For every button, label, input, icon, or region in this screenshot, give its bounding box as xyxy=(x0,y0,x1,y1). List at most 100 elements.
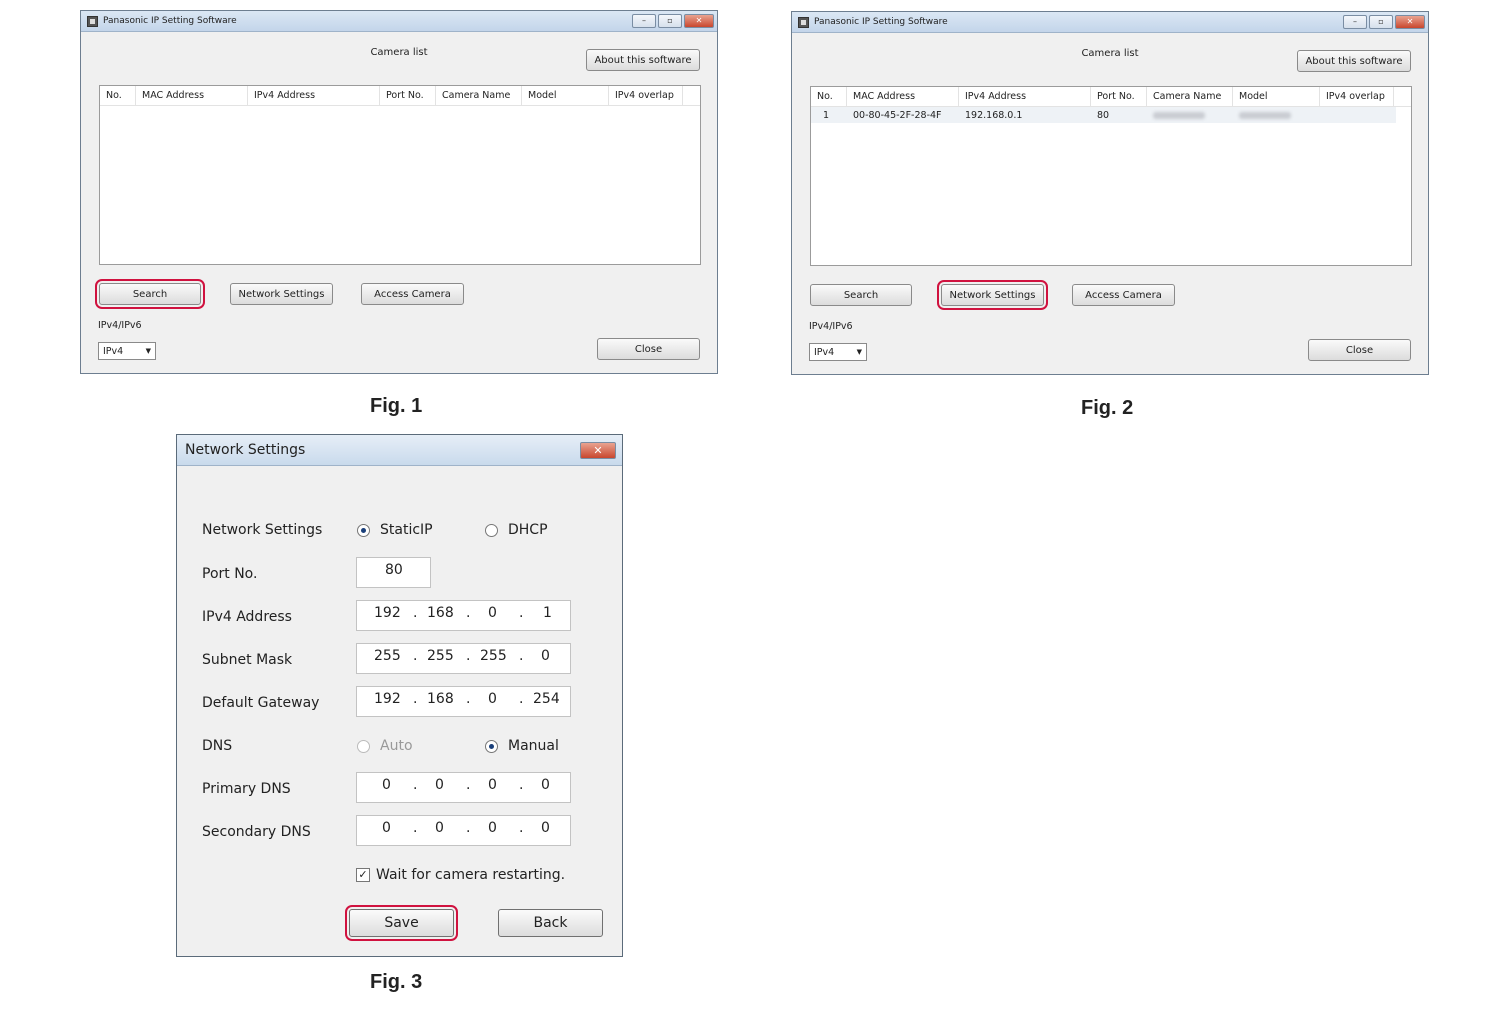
ip-dot: . xyxy=(466,777,471,793)
col-mac[interactable]: MAC Address xyxy=(136,86,248,105)
dns-auto-radio: Auto xyxy=(357,738,413,754)
about-button[interactable]: About this software xyxy=(586,49,700,71)
ip-octet: 0 xyxy=(488,605,497,621)
col-ipv4[interactable]: IPv4 Address xyxy=(248,86,380,105)
ip-version-select[interactable]: IPv4 ▼ xyxy=(98,342,156,360)
network-settings-button[interactable]: Network Settings xyxy=(937,280,1048,310)
window-title: Panasonic IP Setting Software xyxy=(103,16,237,26)
port-input[interactable]: 80 xyxy=(356,557,431,588)
ip-dot: . xyxy=(466,820,471,836)
wait-restart-checkbox[interactable]: ✓ Wait for camera restarting. xyxy=(356,867,565,883)
secondary-dns-input[interactable]: 0. 0. 0. 0 xyxy=(356,815,571,846)
ip-octet: 0 xyxy=(541,648,550,664)
subnet-input[interactable]: 255. 255. 255. 0 xyxy=(356,643,571,674)
search-button[interactable]: Search xyxy=(810,284,912,306)
dns-auto-label: Auto xyxy=(380,738,413,754)
ip-octet: 0 xyxy=(488,777,497,793)
camera-list[interactable]: No. MAC Address IPv4 Address Port No. Ca… xyxy=(99,85,701,265)
camera-window-fig2: Panasonic IP Setting Software – ▫ ✕ Came… xyxy=(791,11,1429,375)
camera-list[interactable]: No. MAC Address IPv4 Address Port No. Ca… xyxy=(810,86,1412,266)
col-camera-name[interactable]: Camera Name xyxy=(436,86,522,105)
ip-dot: . xyxy=(519,691,524,707)
ip-version-value: IPv4 xyxy=(103,345,124,357)
ip-octet: 192 xyxy=(374,691,401,707)
search-button[interactable]: Search xyxy=(95,279,205,309)
ip-version-select[interactable]: IPv4 ▼ xyxy=(809,343,867,361)
figure-caption-1: Fig. 1 xyxy=(370,395,423,417)
col-ipv4-overlap[interactable]: IPv4 overlap xyxy=(1320,87,1394,106)
title-bar: Panasonic IP Setting Software – ▫ ✕ xyxy=(792,12,1428,33)
window-title: Panasonic IP Setting Software xyxy=(814,17,948,27)
close-button[interactable]: Close xyxy=(1308,339,1411,361)
dns-manual-radio[interactable]: Manual xyxy=(485,738,559,754)
port-label: Port No. xyxy=(202,566,258,582)
ip-dot: . xyxy=(413,691,418,707)
col-mac[interactable]: MAC Address xyxy=(847,87,959,106)
network-settings-label: Network Settings xyxy=(202,522,323,538)
figure-caption-3: Fig. 3 xyxy=(370,971,423,993)
title-bar: Panasonic IP Setting Software – ▫ ✕ xyxy=(81,11,717,32)
network-settings-button[interactable]: Network Settings xyxy=(230,283,333,305)
dns-manual-label: Manual xyxy=(508,738,559,754)
ip-octet: 0 xyxy=(488,820,497,836)
ip-octet: 255 xyxy=(427,648,454,664)
ipv4-input[interactable]: 192. 168. 0. 1 xyxy=(356,600,571,631)
cell-camera-name-redacted xyxy=(1147,107,1233,123)
ip-dot: . xyxy=(519,820,524,836)
ip-octet: 0 xyxy=(435,820,444,836)
port-value: 80 xyxy=(385,562,403,578)
col-port[interactable]: Port No. xyxy=(380,86,436,105)
ipv4-label: IPv4 Address xyxy=(202,609,292,625)
ip-dot: . xyxy=(413,605,418,621)
ip-dot: . xyxy=(466,605,471,621)
figure-caption-2: Fig. 2 xyxy=(1081,397,1134,419)
col-no[interactable]: No. xyxy=(811,87,847,106)
dhcp-radio[interactable]: DHCP xyxy=(485,522,548,538)
save-button[interactable]: Save xyxy=(345,905,458,941)
close-icon[interactable]: ✕ xyxy=(1395,15,1425,29)
about-button[interactable]: About this software xyxy=(1297,50,1411,72)
col-model[interactable]: Model xyxy=(522,86,609,105)
maximize-icon[interactable]: ▫ xyxy=(1369,15,1393,29)
col-ipv4[interactable]: IPv4 Address xyxy=(959,87,1091,106)
close-button[interactable]: Close xyxy=(597,338,700,360)
dropdown-arrow-icon: ▼ xyxy=(856,348,862,356)
app-icon xyxy=(798,16,809,28)
cell-model-redacted xyxy=(1233,107,1320,123)
col-no[interactable]: No. xyxy=(100,86,136,105)
dns-label: DNS xyxy=(202,738,233,754)
col-camera-name[interactable]: Camera Name xyxy=(1147,87,1233,106)
ip-dot: . xyxy=(413,777,418,793)
close-icon[interactable]: ✕ xyxy=(684,14,714,28)
minimize-icon[interactable]: – xyxy=(1343,15,1367,29)
cell-ipv4: 192.168.0.1 xyxy=(965,109,1023,121)
gateway-input[interactable]: 192. 168. 0. 254 xyxy=(356,686,571,717)
ip-octet: 168 xyxy=(427,691,454,707)
ip-version-label: IPv4/IPv6 xyxy=(98,320,142,331)
dialog-title-bar: Network Settings ✕ xyxy=(177,435,622,466)
col-ipv4-overlap[interactable]: IPv4 overlap xyxy=(609,86,683,105)
ip-dot: . xyxy=(466,648,471,664)
maximize-icon[interactable]: ▫ xyxy=(658,14,682,28)
back-button[interactable]: Back xyxy=(498,909,603,937)
minimize-icon[interactable]: – xyxy=(632,14,656,28)
table-row[interactable]: 1 00-80-45-2F-28-4F 192.168.0.1 80 xyxy=(811,107,1396,123)
secondary-dns-label: Secondary DNS xyxy=(202,824,311,840)
cell-port: 80 xyxy=(1097,109,1110,121)
radio-unselected-icon xyxy=(485,523,498,537)
primary-dns-input[interactable]: 0. 0. 0. 0 xyxy=(356,772,571,803)
primary-dns-label: Primary DNS xyxy=(202,781,291,797)
checkmark-icon: ✓ xyxy=(356,868,370,882)
col-model[interactable]: Model xyxy=(1233,87,1320,106)
close-icon[interactable]: ✕ xyxy=(580,442,616,459)
ip-octet: 0 xyxy=(488,691,497,707)
ip-octet: 1 xyxy=(543,605,552,621)
access-camera-button[interactable]: Access Camera xyxy=(361,283,464,305)
access-camera-button[interactable]: Access Camera xyxy=(1072,284,1175,306)
cell-mac: 00-80-45-2F-28-4F xyxy=(853,109,942,121)
dialog-title: Network Settings xyxy=(185,442,306,458)
dhcp-label: DHCP xyxy=(508,522,548,538)
static-ip-radio[interactable]: StaticIP xyxy=(357,522,433,538)
col-port[interactable]: Port No. xyxy=(1091,87,1147,106)
cell-no: 1 xyxy=(823,109,830,121)
